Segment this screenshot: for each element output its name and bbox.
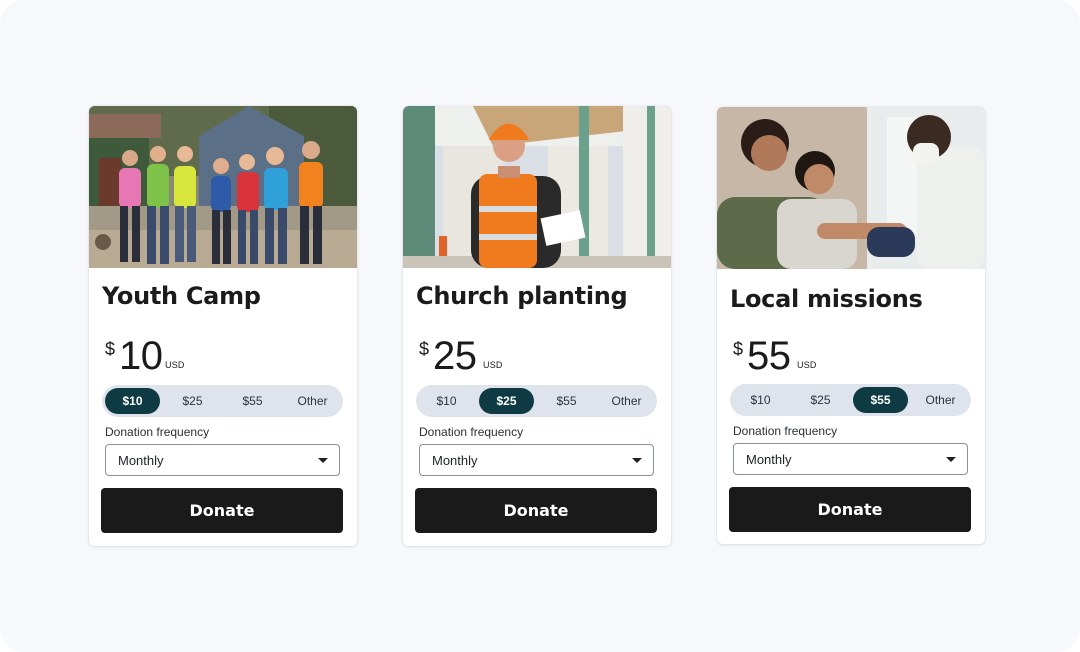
youth-camp-photo bbox=[89, 106, 357, 268]
frequency-label: Donation frequency bbox=[105, 425, 210, 439]
frequency-select[interactable]: Monthly bbox=[733, 443, 968, 475]
frequency-select[interactable]: Monthly bbox=[419, 444, 654, 476]
amount-option-other[interactable]: Other bbox=[913, 387, 968, 413]
donate-button[interactable]: Donate bbox=[729, 487, 971, 532]
amount-selector: $10 $25 $55 Other bbox=[102, 385, 343, 417]
frequency-select[interactable]: Monthly bbox=[105, 444, 340, 476]
currency-symbol: $ bbox=[733, 339, 744, 359]
card-title: Youth Camp bbox=[102, 282, 261, 310]
amount-selector: $10 $25 $55 Other bbox=[416, 385, 657, 417]
amount-option-25[interactable]: $25 bbox=[165, 388, 220, 414]
frequency-value: Monthly bbox=[432, 453, 478, 468]
amount-option-25[interactable]: $25 bbox=[793, 387, 848, 413]
frequency-value: Monthly bbox=[746, 452, 792, 467]
caret-down-icon bbox=[946, 457, 956, 462]
frequency-label: Donation frequency bbox=[733, 424, 838, 438]
amount-value: 10 bbox=[119, 334, 163, 378]
donation-card-youth-camp: Youth Camp $ 10 USD $10 $25 $55 Other Do… bbox=[89, 106, 357, 546]
frequency-value: Monthly bbox=[118, 453, 164, 468]
amount-selector: $10 $25 $55 Other bbox=[730, 384, 971, 416]
construction-worker-photo bbox=[403, 106, 671, 268]
caret-down-icon bbox=[318, 458, 328, 463]
currency-symbol: $ bbox=[419, 339, 430, 359]
currency-code: USD bbox=[483, 360, 503, 370]
currency-code: USD bbox=[165, 360, 185, 370]
amount-option-10[interactable]: $10 bbox=[105, 388, 160, 414]
medical-care-photo bbox=[717, 107, 985, 269]
caret-down-icon bbox=[632, 458, 642, 463]
amount-option-10[interactable]: $10 bbox=[733, 387, 788, 413]
amount-option-10[interactable]: $10 bbox=[419, 388, 474, 414]
amount-option-55[interactable]: $55 bbox=[225, 388, 280, 414]
amount-option-other[interactable]: Other bbox=[599, 388, 654, 414]
amount-value: 25 bbox=[433, 334, 477, 378]
amount-option-55[interactable]: $55 bbox=[853, 387, 908, 413]
donate-button[interactable]: Donate bbox=[415, 488, 657, 533]
amount-option-55[interactable]: $55 bbox=[539, 388, 594, 414]
donation-card-local-missions: Local missions $ 55 USD $10 $25 $55 Othe… bbox=[717, 107, 985, 544]
donation-card-church-planting: Church planting $ 25 USD $10 $25 $55 Oth… bbox=[403, 106, 671, 546]
amount-option-other[interactable]: Other bbox=[285, 388, 340, 414]
currency-symbol: $ bbox=[105, 339, 116, 359]
amount-option-25[interactable]: $25 bbox=[479, 388, 534, 414]
frequency-label: Donation frequency bbox=[419, 425, 524, 439]
donate-button[interactable]: Donate bbox=[101, 488, 343, 533]
currency-code: USD bbox=[797, 360, 817, 370]
card-title: Local missions bbox=[730, 285, 923, 313]
card-title: Church planting bbox=[416, 282, 628, 310]
amount-value: 55 bbox=[747, 334, 791, 378]
page-background: Youth Camp $ 10 USD $10 $25 $55 Other Do… bbox=[0, 0, 1080, 652]
